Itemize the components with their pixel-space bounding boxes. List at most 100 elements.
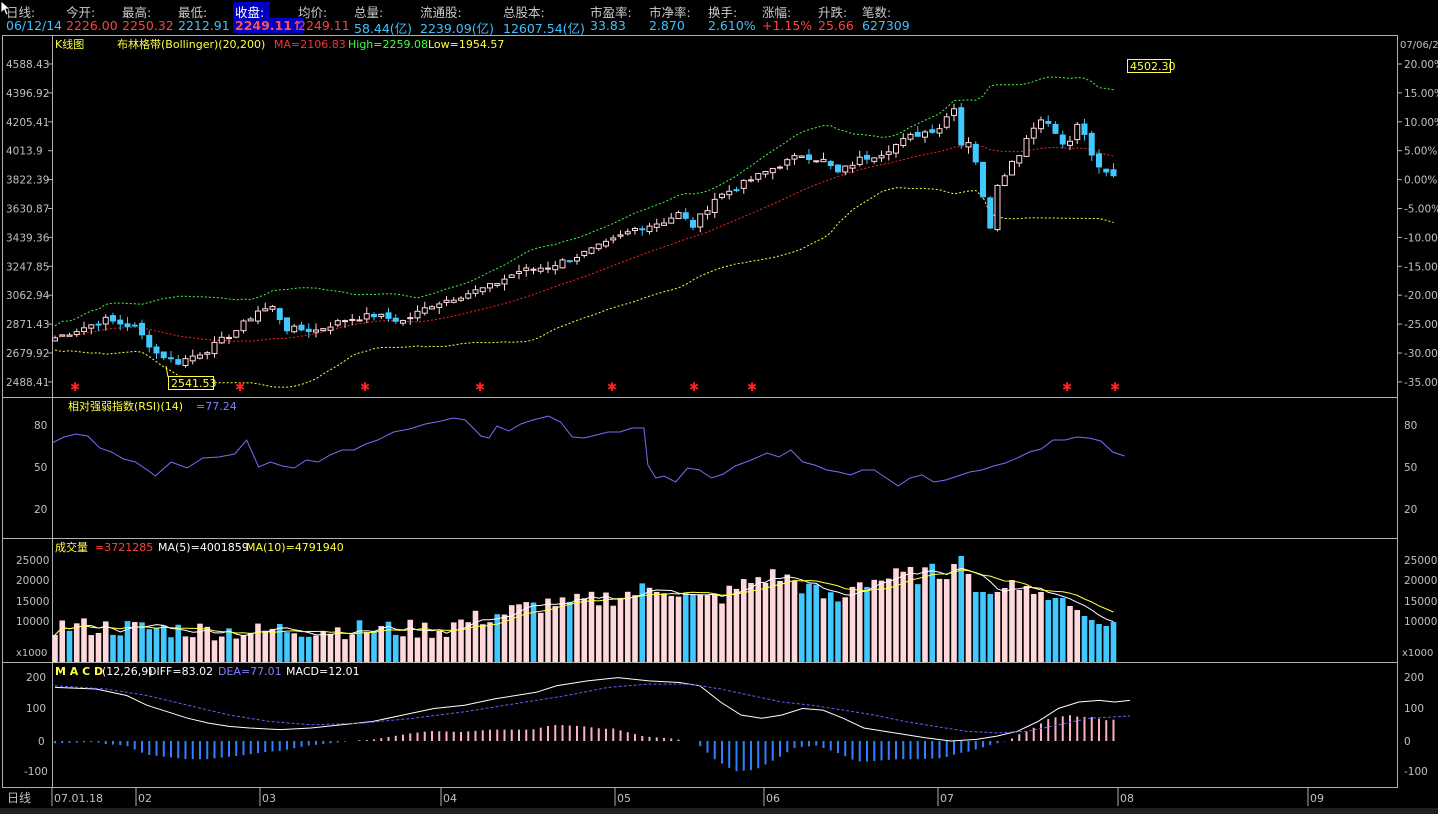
candle[interactable] <box>581 250 588 256</box>
candle[interactable] <box>726 190 733 196</box>
candle[interactable] <box>153 346 160 354</box>
candle[interactable] <box>436 303 443 308</box>
candle[interactable] <box>1038 119 1044 130</box>
candle[interactable] <box>240 320 247 332</box>
candle[interactable] <box>523 267 530 271</box>
candle[interactable] <box>943 116 950 128</box>
candle[interactable] <box>182 358 189 367</box>
candle[interactable] <box>632 227 638 231</box>
candle[interactable] <box>929 129 936 133</box>
candle[interactable] <box>1110 169 1117 177</box>
candle[interactable] <box>218 336 225 344</box>
candle[interactable] <box>777 166 783 169</box>
candle[interactable] <box>429 306 435 310</box>
candle[interactable] <box>682 212 689 219</box>
candle[interactable] <box>255 310 261 322</box>
candle[interactable] <box>798 155 805 158</box>
candle[interactable] <box>102 316 109 325</box>
candle[interactable] <box>342 320 348 323</box>
candle[interactable] <box>247 318 254 322</box>
candle[interactable] <box>690 219 696 228</box>
candle[interactable] <box>472 289 479 294</box>
candle[interactable] <box>501 278 508 285</box>
candle[interactable] <box>139 322 145 336</box>
candle[interactable] <box>972 143 979 163</box>
candle[interactable] <box>59 334 66 337</box>
candle[interactable] <box>1081 123 1088 135</box>
candle[interactable] <box>465 293 472 299</box>
candle[interactable] <box>835 164 841 173</box>
candle[interactable] <box>813 160 820 163</box>
candle[interactable] <box>52 337 58 342</box>
candle[interactable] <box>81 327 87 332</box>
candle[interactable] <box>1096 153 1102 168</box>
candle[interactable] <box>936 128 943 134</box>
date-axis[interactable]: 日线 07.01.18 02 03 04 05 06 07 08 09 <box>7 788 1324 806</box>
candle[interactable] <box>574 256 580 262</box>
candle[interactable] <box>827 161 834 167</box>
candle[interactable] <box>987 197 994 229</box>
candle[interactable] <box>980 161 986 198</box>
candle[interactable] <box>487 283 493 289</box>
candle[interactable] <box>400 320 406 324</box>
candle[interactable] <box>378 313 385 317</box>
candle[interactable] <box>1103 168 1110 173</box>
candle[interactable] <box>958 107 965 146</box>
candle[interactable] <box>588 247 595 254</box>
candle[interactable] <box>951 108 957 116</box>
candle[interactable] <box>806 154 812 161</box>
candle[interactable] <box>624 231 631 235</box>
candle[interactable] <box>719 193 725 198</box>
candle[interactable] <box>226 336 232 339</box>
candle[interactable] <box>95 323 102 326</box>
candle[interactable] <box>73 331 80 336</box>
candle[interactable] <box>450 299 457 303</box>
candle[interactable] <box>1001 175 1008 186</box>
candle[interactable] <box>653 223 660 228</box>
rsi-panel[interactable]: 相对强弱指数(RSI)(14) =77.24 80 80 50 50 20 20 <box>34 399 1417 516</box>
candle[interactable] <box>168 357 174 360</box>
candle[interactable] <box>160 351 167 359</box>
candle[interactable] <box>617 234 624 237</box>
candle[interactable] <box>211 341 218 355</box>
candle[interactable] <box>320 328 327 331</box>
candle[interactable] <box>458 297 464 301</box>
candle[interactable] <box>603 240 609 247</box>
volume-panel[interactable]: 成交量 =3721285 MA(5)=4001859 MA(10)=479194… <box>16 540 1437 662</box>
candle[interactable] <box>842 165 849 173</box>
candle[interactable] <box>1088 132 1095 156</box>
candle[interactable] <box>356 319 363 322</box>
candlesticks[interactable] <box>52 103 1117 368</box>
candle[interactable] <box>1059 134 1066 145</box>
candle[interactable] <box>697 213 704 228</box>
candle[interactable] <box>233 330 240 338</box>
candle[interactable] <box>197 354 203 359</box>
candle[interactable] <box>494 283 501 286</box>
candle[interactable] <box>327 326 334 331</box>
candle[interactable] <box>907 133 914 140</box>
candle[interactable] <box>88 324 95 329</box>
candle[interactable] <box>769 167 776 174</box>
candle[interactable] <box>856 156 863 165</box>
candle[interactable] <box>661 222 667 226</box>
candle[interactable] <box>110 315 116 322</box>
candle[interactable] <box>269 306 276 310</box>
candle[interactable] <box>284 317 290 332</box>
candle[interactable] <box>421 307 428 314</box>
candle[interactable] <box>175 359 182 365</box>
candle[interactable] <box>276 308 283 320</box>
candle[interactable] <box>559 259 566 269</box>
candle[interactable] <box>516 271 522 274</box>
candle[interactable] <box>537 267 544 272</box>
candle[interactable] <box>414 310 421 319</box>
candle[interactable] <box>646 225 653 233</box>
candle[interactable] <box>914 131 921 137</box>
candle[interactable] <box>1074 123 1081 141</box>
candle[interactable] <box>189 355 196 362</box>
candle[interactable] <box>313 329 319 333</box>
candle[interactable] <box>675 212 682 220</box>
candle[interactable] <box>371 313 377 318</box>
candle[interactable] <box>733 189 740 192</box>
candle[interactable] <box>820 158 827 163</box>
candle[interactable] <box>711 198 718 213</box>
